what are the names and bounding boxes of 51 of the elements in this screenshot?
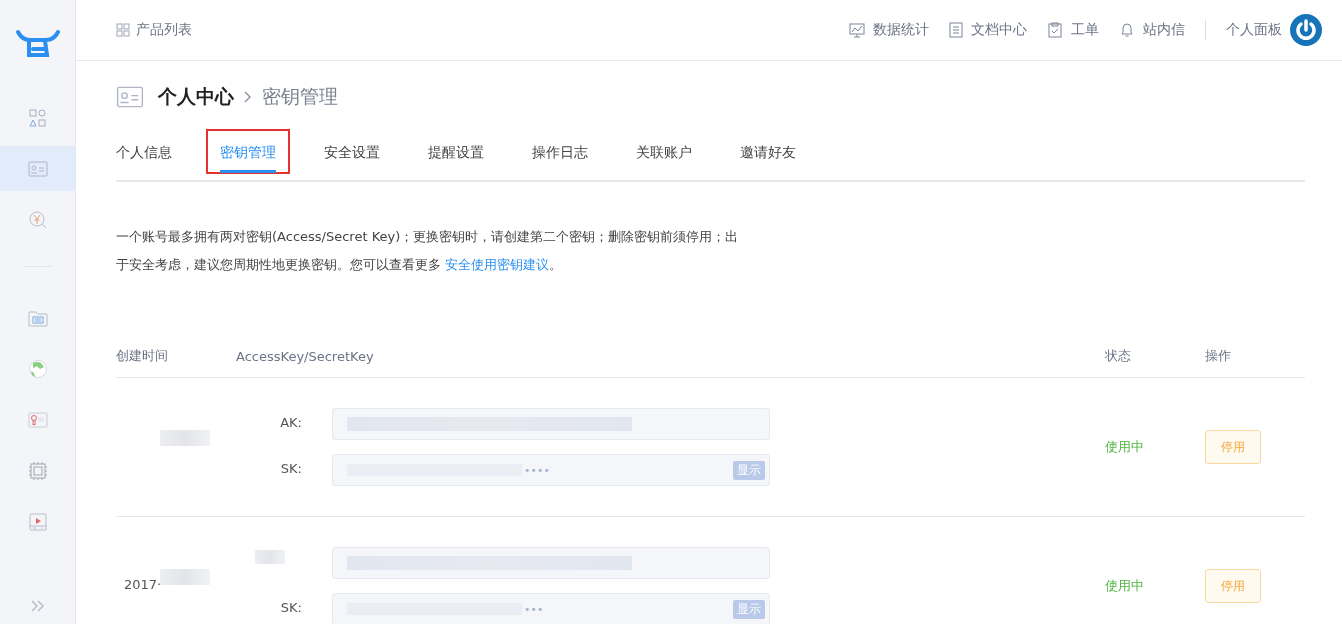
tab[interactable]: 密钥管理 xyxy=(220,135,276,173)
tab[interactable]: 操作日志 xyxy=(532,135,588,173)
notice-text: 一个账号最多拥有两对密钥(Access/Secret Key)；更换密钥时，请创建第二个密钥；删除密钥前须停用；出于安全考虑，建议您周期性地更换密钥。您可以查看更多 安全使用密钥建议。 xyxy=(116,228,740,274)
date-cell: 2017· xyxy=(124,576,162,592)
sidebar-item[interactable] xyxy=(0,146,75,191)
masked-key: ••• xyxy=(524,602,733,616)
breadcrumb-root[interactable]: 个人中心 xyxy=(158,84,234,110)
globe-icon xyxy=(27,358,48,379)
topbar-link[interactable]: 文档中心 xyxy=(971,21,1027,39)
id-card-icon xyxy=(27,160,48,177)
personal-panel-link[interactable]: 个人面板 xyxy=(1226,21,1282,39)
bull-logo[interactable] xyxy=(14,29,61,59)
topbar-link[interactable]: 工单 xyxy=(1071,21,1099,39)
chart-icon xyxy=(849,22,865,38)
grid-icon xyxy=(116,23,130,37)
column-header: 创建时间 xyxy=(116,347,169,365)
folder-icon xyxy=(27,308,48,327)
redacted-blur xyxy=(160,568,210,585)
tab[interactable]: 提醒设置 xyxy=(428,135,484,173)
redacted-blur xyxy=(255,550,285,564)
ak-label: AK: xyxy=(280,415,302,430)
power-icon[interactable] xyxy=(1290,14,1322,46)
masked-key: •••• xyxy=(524,463,733,477)
chip-icon xyxy=(27,460,48,481)
chevron-icon xyxy=(244,91,252,103)
security-advice-link[interactable]: 安全使用密钥建议 xyxy=(445,257,550,272)
products-icon xyxy=(27,107,48,128)
column-header: 状态 xyxy=(1105,347,1132,365)
certificate-icon xyxy=(27,411,48,428)
document-icon xyxy=(949,22,963,38)
sk-label: SK: xyxy=(279,461,302,478)
status-text: 使用中 xyxy=(1105,439,1144,454)
status-text: 使用中 xyxy=(1105,578,1144,593)
tab[interactable]: 安全设置 xyxy=(324,135,380,173)
video-player-icon xyxy=(27,512,48,531)
column-header: AccessKey/SecretKey xyxy=(236,348,375,364)
sk-label: SK: xyxy=(279,600,302,617)
tab[interactable]: 关联账户 xyxy=(636,135,692,173)
topbar-link[interactable]: 站内信 xyxy=(1143,21,1185,39)
clipboard-check-icon xyxy=(1047,22,1063,38)
coin-search-icon xyxy=(27,209,48,230)
tab[interactable]: 邀请好友 xyxy=(740,135,796,173)
bell-icon xyxy=(1119,22,1135,38)
expand-icon[interactable] xyxy=(30,600,45,612)
redacted-blur xyxy=(160,429,210,446)
id-card-icon xyxy=(116,86,144,108)
breadcrumb-current: 密钥管理 xyxy=(262,84,338,109)
tab[interactable]: 个人信息 xyxy=(116,135,172,173)
product-list-link[interactable]: 产品列表 xyxy=(136,21,192,39)
column-header: 操作 xyxy=(1205,347,1232,365)
topbar-link[interactable]: 数据统计 xyxy=(873,21,929,39)
